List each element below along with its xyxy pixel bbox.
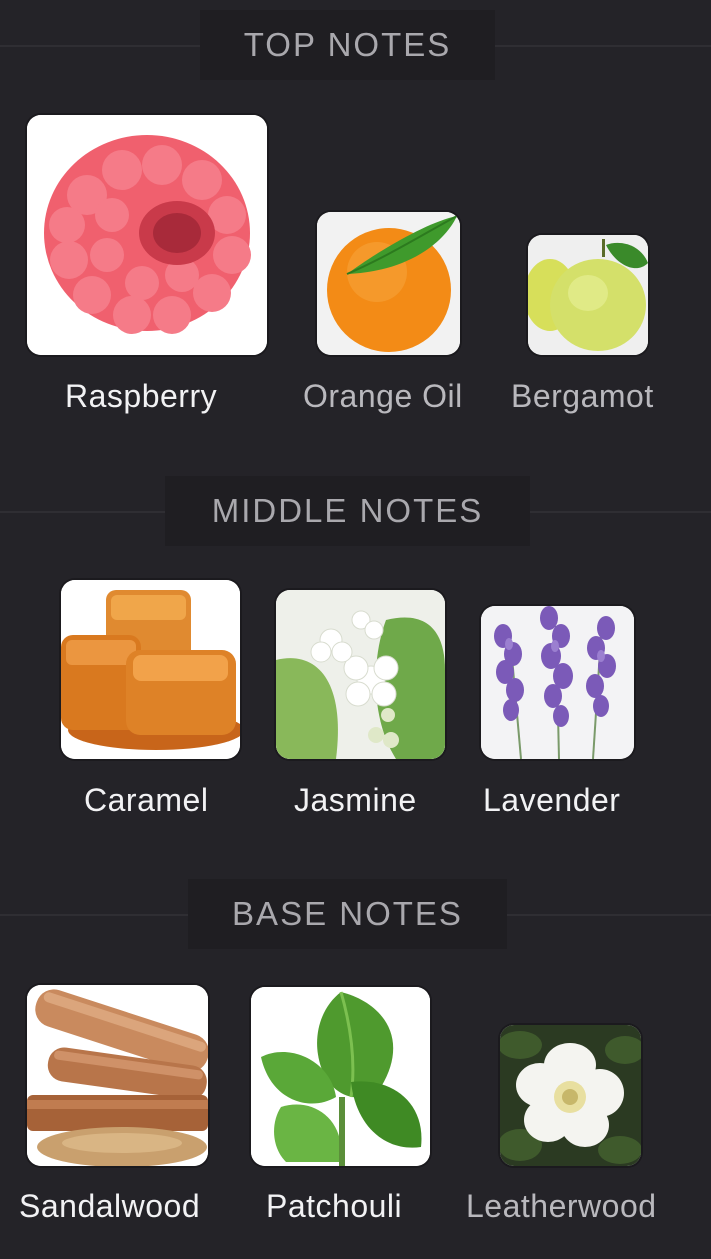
patchouli-image[interactable] bbox=[251, 987, 430, 1166]
note-label-orange-oil: Orange Oil bbox=[303, 378, 463, 414]
section-header-top-notes: TOP NOTES bbox=[0, 10, 711, 80]
note-label-jasmine: Jasmine bbox=[294, 782, 417, 818]
jasmine-image[interactable] bbox=[276, 590, 445, 759]
note-label-sandalwood: Sandalwood bbox=[19, 1188, 201, 1224]
sandalwood-image[interactable] bbox=[27, 985, 208, 1166]
note-label-bergamot: Bergamot bbox=[511, 378, 654, 414]
section-title: TOP NOTES bbox=[200, 10, 495, 80]
section-title: BASE NOTES bbox=[188, 879, 507, 949]
section-title: MIDDLE NOTES bbox=[165, 476, 530, 546]
note-label-raspberry: Raspberry bbox=[65, 378, 218, 414]
bergamot-image[interactable] bbox=[528, 235, 648, 355]
leatherwood-image[interactable] bbox=[500, 1025, 641, 1166]
raspberry-image[interactable] bbox=[27, 115, 267, 355]
divider-line bbox=[0, 914, 188, 916]
divider-line bbox=[0, 511, 165, 513]
section-header-middle-notes: MIDDLE NOTES bbox=[0, 476, 711, 546]
caramel-image[interactable] bbox=[61, 580, 240, 759]
note-label-lavender: Lavender bbox=[483, 782, 621, 818]
note-label-caramel: Caramel bbox=[84, 782, 209, 818]
divider-line bbox=[507, 914, 711, 916]
divider-line bbox=[0, 45, 200, 47]
orange-image[interactable] bbox=[317, 212, 460, 355]
note-label-leatherwood: Leatherwood bbox=[466, 1188, 657, 1224]
note-label-patchouli: Patchouli bbox=[266, 1188, 403, 1224]
section-header-base-notes: BASE NOTES bbox=[0, 879, 711, 949]
divider-line bbox=[495, 45, 711, 47]
divider-line bbox=[530, 511, 711, 513]
lavender-image[interactable] bbox=[481, 606, 634, 759]
